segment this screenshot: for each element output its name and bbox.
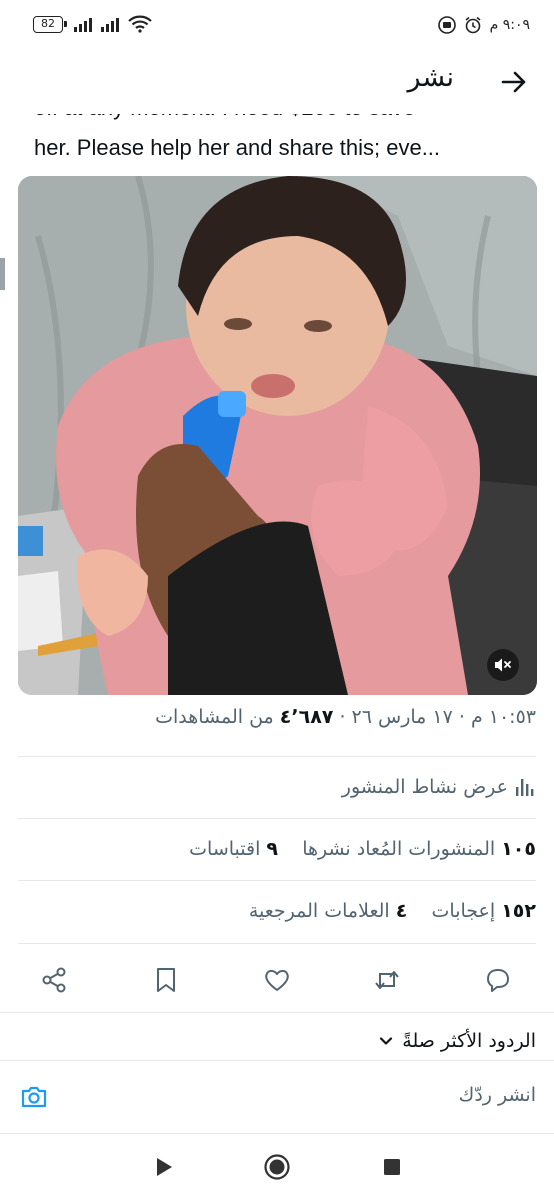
reply-input[interactable]: انشر ردّك xyxy=(459,1084,536,1106)
likes-label: إعجابات xyxy=(431,900,496,922)
signal-icon xyxy=(74,16,96,32)
header: نشر xyxy=(0,50,554,114)
likes-link[interactable]: ١٥٢ إعجابات xyxy=(432,900,536,922)
home-icon[interactable] xyxy=(263,1153,291,1181)
media-icon xyxy=(437,16,456,34)
view-post-activity[interactable]: عرض نشاط المنشور xyxy=(342,776,536,798)
battery-level: 82 xyxy=(41,17,55,30)
replies-sort-label: الردود الأكثر صلةً xyxy=(402,1030,536,1052)
reposts-link[interactable]: ١٠٥ المنشورات المُعاد نشرها xyxy=(302,838,536,860)
action-bar xyxy=(0,958,554,1002)
reply-icon[interactable] xyxy=(482,964,514,996)
repost-stats: ١٠٥ المنشورات المُعاد نشرها ٩ اقتباسات xyxy=(189,838,536,860)
tweet-text: off at any moment. I need $200 to save h… xyxy=(0,114,554,176)
bookmark-icon[interactable] xyxy=(150,964,182,996)
divider xyxy=(18,943,536,944)
tweet-media[interactable] xyxy=(18,176,537,695)
tweet-text-line: her. Please help her and share this; eve… xyxy=(34,135,441,160)
replies-sort-dropdown[interactable]: الردود الأكثر صلةً xyxy=(378,1030,536,1052)
bookmarks-link[interactable]: ٤ العلامات المرجعية xyxy=(249,900,408,922)
tweet-text-line: off at any moment. I need $200 to save xyxy=(34,114,534,128)
divider xyxy=(18,756,536,757)
reposts-count: ١٠٥ xyxy=(501,838,536,860)
bar-chart-icon xyxy=(516,779,534,796)
bookmarks-count: ٤ xyxy=(395,900,408,922)
chevron-down-icon xyxy=(380,1037,393,1045)
stop-icon[interactable] xyxy=(378,1153,406,1181)
wifi-icon xyxy=(128,15,152,33)
camera-icon[interactable] xyxy=(20,1083,48,1111)
repost-icon[interactable] xyxy=(371,964,403,996)
quotes-count: ٩ xyxy=(266,838,279,860)
like-stats: ١٥٢ إعجابات ٤ العلامات المرجعية xyxy=(249,900,536,922)
views-label: من المشاهدات xyxy=(155,706,274,728)
page-title: نشر xyxy=(407,62,455,93)
alarm-icon xyxy=(465,16,481,34)
quotes-link[interactable]: ٩ اقتباسات xyxy=(189,838,278,860)
arrow-right-icon[interactable] xyxy=(500,68,528,96)
tweet-date: ١٧ مارس ٢٦ xyxy=(351,706,453,728)
divider xyxy=(18,818,536,819)
mute-button[interactable] xyxy=(487,649,519,681)
separator: · xyxy=(458,706,465,728)
heart-icon[interactable] xyxy=(261,964,293,996)
divider xyxy=(0,1133,554,1134)
divider xyxy=(18,880,536,881)
divider xyxy=(0,1012,554,1013)
clock: ٩:٠٩ م xyxy=(489,17,530,33)
quotes-label: اقتباسات xyxy=(189,838,261,860)
views-count: ٤٬٦٨٧ xyxy=(279,706,334,728)
play-icon[interactable] xyxy=(150,1153,178,1181)
volume-off-icon xyxy=(495,658,511,672)
video-frame xyxy=(18,176,537,695)
reposts-label: المنشورات المُعاد نشرها xyxy=(302,838,496,860)
battery-icon: 82 xyxy=(33,16,67,33)
scroll-indicator xyxy=(0,258,5,290)
bookmarks-label: العلامات المرجعية xyxy=(248,900,390,922)
status-right: ٩:٠٩ م xyxy=(437,14,530,36)
tweet-meta: ١٠:٥٣ م · ١٧ مارس ٢٦ · ٤٬٦٨٧ من المشاهدا… xyxy=(155,706,536,728)
share-icon[interactable] xyxy=(38,964,70,996)
separator: · xyxy=(339,706,346,728)
likes-count: ١٥٢ xyxy=(501,900,536,922)
system-nav-bar xyxy=(0,1135,554,1200)
status-bar: 82 ٩:٠٩ م xyxy=(0,0,554,50)
reply-composer: انشر ردّك xyxy=(0,1060,554,1134)
tweet-time: ١٠:٥٣ م xyxy=(470,706,536,728)
signal-icon xyxy=(101,16,123,32)
activity-label: عرض نشاط المنشور xyxy=(341,776,508,798)
